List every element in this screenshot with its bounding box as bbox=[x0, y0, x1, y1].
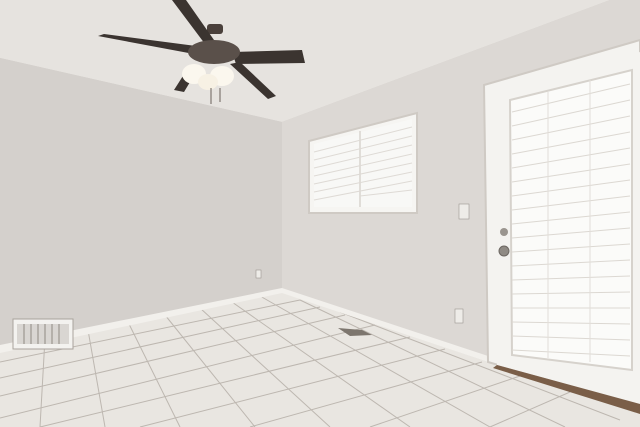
door-glass bbox=[508, 68, 633, 372]
fan-blade-right bbox=[232, 50, 305, 64]
fan-light bbox=[198, 74, 218, 90]
door-knob bbox=[498, 245, 510, 257]
wall-outlet-right bbox=[454, 308, 464, 324]
door-deadbolt bbox=[500, 228, 508, 236]
room-photo bbox=[0, 0, 640, 427]
room-scene bbox=[0, 0, 640, 427]
floor-vent bbox=[12, 318, 74, 350]
light-switch bbox=[458, 203, 470, 220]
wall-outlet-left bbox=[255, 269, 262, 279]
